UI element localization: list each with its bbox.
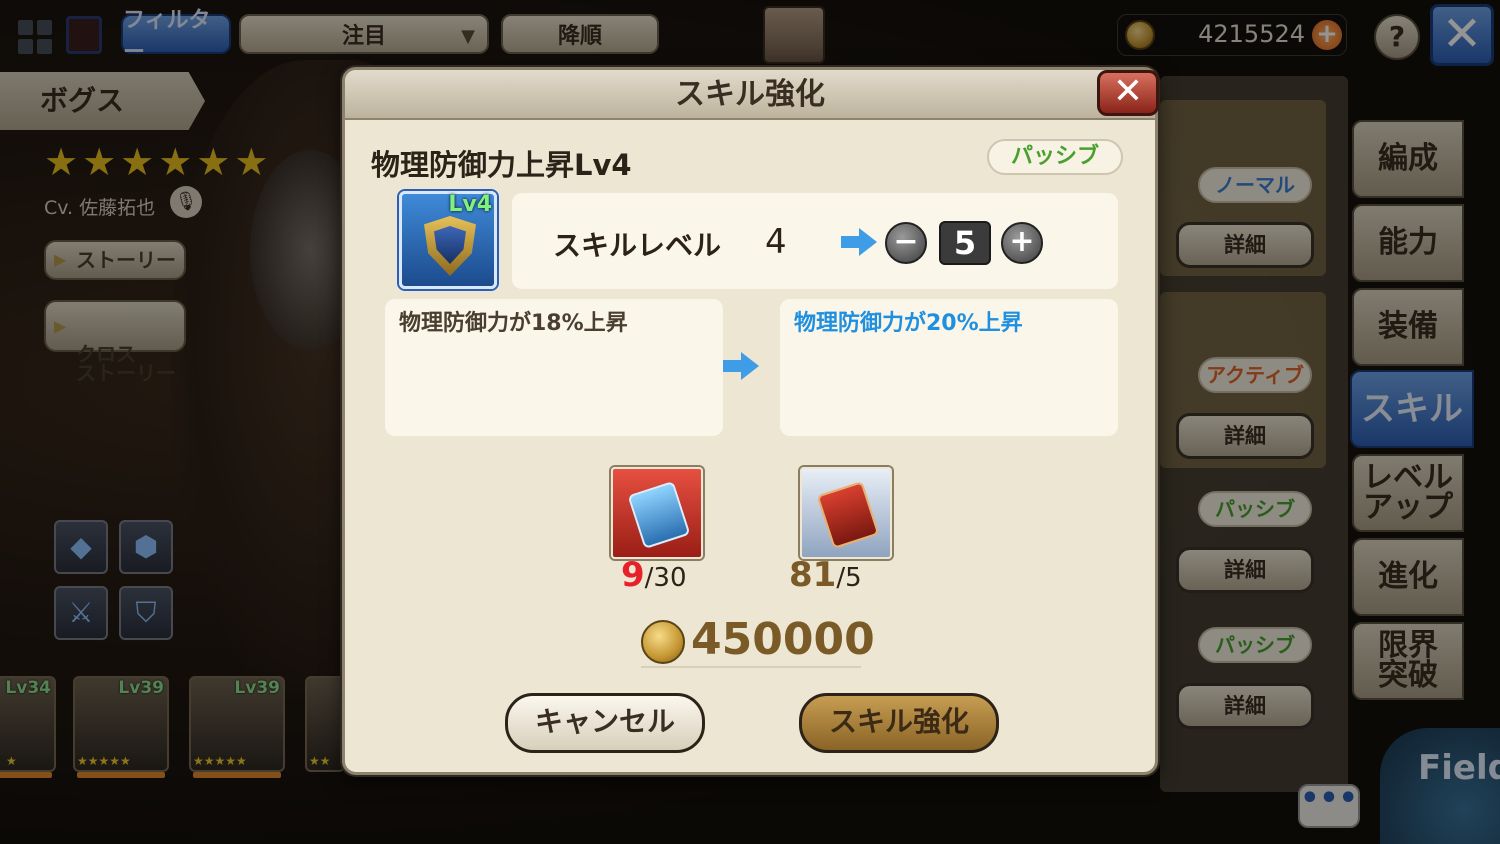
arrow-right-icon: [841, 228, 877, 256]
arrow-right-icon: [723, 352, 759, 380]
red-skill-book-icon: [800, 467, 892, 559]
skill-name: 物理防御力上昇Lv4: [371, 148, 632, 182]
material-count: 81/5: [789, 555, 862, 595]
gil-coin-icon: [641, 620, 685, 664]
material-have: 81: [789, 555, 837, 595]
decrease-level-button[interactable]: −: [885, 222, 927, 264]
material-count: 9/30: [621, 555, 687, 595]
increase-level-button[interactable]: +: [1001, 222, 1043, 264]
target-level: 5: [939, 221, 991, 265]
skill-level-label: スキルレベル: [553, 229, 722, 262]
effect-before: 物理防御力が18%上昇: [385, 299, 723, 436]
material-need: /30: [644, 563, 687, 593]
skill-icon-level: Lv4: [448, 192, 492, 217]
skill-type-badge: パッシブ: [987, 139, 1123, 175]
cancel-button[interactable]: キャンセル: [505, 693, 705, 753]
material-have: 9: [621, 555, 645, 595]
effect-after: 物理防御力が20%上昇: [780, 299, 1118, 436]
current-level: 4: [765, 222, 787, 262]
skill-enhance-dialog: スキル強化 ✕ 物理防御力上昇Lv4 パッシブ Lv4 スキルレベル 4 − 5…: [342, 67, 1159, 775]
enhance-skill-button[interactable]: スキル強化: [799, 693, 999, 753]
enhance-cost: 450000: [691, 614, 875, 665]
material-need: /5: [836, 563, 862, 593]
blue-skill-book-icon: [611, 467, 703, 559]
cost-underline: [641, 666, 861, 668]
dialog-close-button[interactable]: ✕: [1097, 70, 1159, 116]
skill-shield-icon: Lv4: [399, 191, 497, 289]
dialog-title: スキル強化: [345, 70, 1155, 120]
